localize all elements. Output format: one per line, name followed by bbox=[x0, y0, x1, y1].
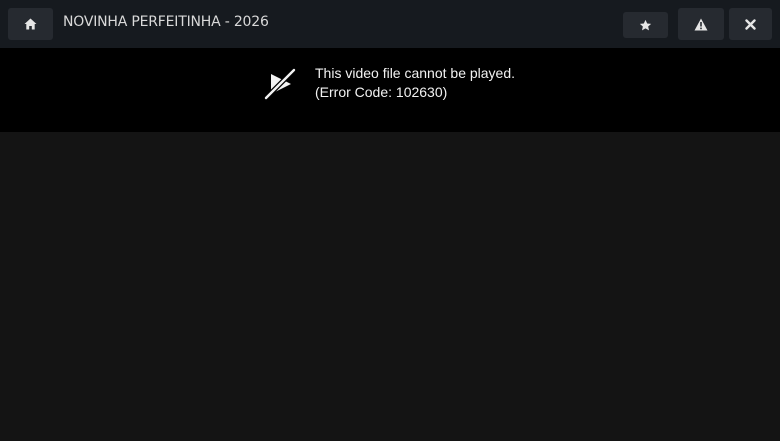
error-message-block: This video file cannot be played. (Error… bbox=[315, 64, 515, 102]
video-area[interactable] bbox=[0, 132, 780, 441]
error-code: (Error Code: 102630) bbox=[315, 84, 448, 100]
home-icon bbox=[24, 18, 37, 30]
home-button[interactable] bbox=[8, 8, 53, 40]
close-button[interactable] bbox=[729, 8, 772, 40]
star-icon bbox=[639, 19, 652, 32]
video-title: NOVINHA PERFEITINHA - 2026 bbox=[63, 14, 269, 30]
warning-triangle-icon bbox=[694, 18, 708, 31]
error-message: This video file cannot be played. bbox=[315, 65, 516, 81]
top-bar: NOVINHA PERFEITINHA - 2026 bbox=[0, 0, 780, 48]
favorite-button[interactable] bbox=[623, 12, 668, 38]
player-error-panel: This video file cannot be played. (Error… bbox=[0, 48, 780, 132]
close-icon bbox=[745, 18, 756, 30]
report-button[interactable] bbox=[678, 8, 724, 40]
video-unavailable-icon bbox=[263, 67, 297, 101]
